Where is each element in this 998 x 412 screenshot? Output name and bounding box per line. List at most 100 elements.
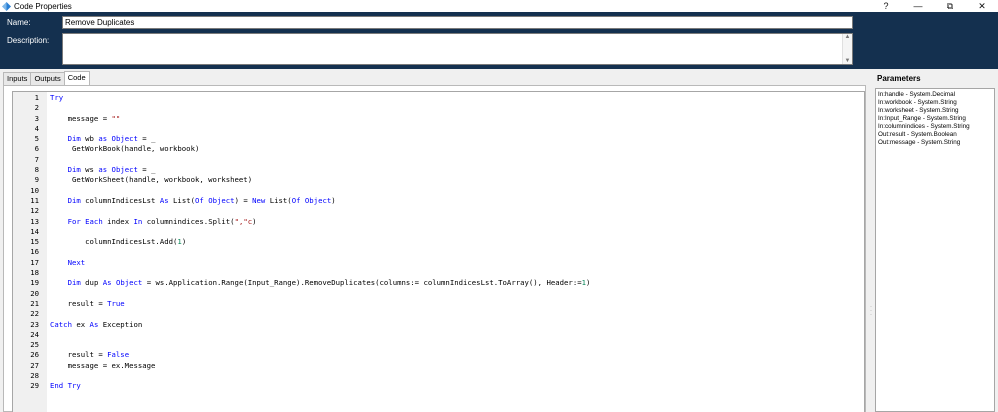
parameter-item[interactable]: In:handle - System.Decimal: [878, 91, 992, 99]
code-token: Dim: [67, 134, 81, 144]
code-text: Try: [50, 93, 63, 103]
code-text: Dim columnIndicesLst As List(Of Object) …: [50, 196, 336, 206]
code-line[interactable]: 10: [13, 186, 864, 196]
parameter-item[interactable]: Out:message - System.String: [878, 139, 992, 147]
maximize-button[interactable]: ⧉: [934, 0, 966, 12]
code-line[interactable]: 9 GetWorkSheet(handle, workbook, workshe…: [13, 175, 864, 185]
code-text: message = "": [50, 113, 121, 124]
splitter-grip-icon[interactable]: · · ·: [870, 304, 872, 318]
code-token: as: [98, 134, 108, 144]
code-line[interactable]: 21 result = True: [13, 299, 864, 309]
code-line[interactable]: 29 End Try: [13, 381, 864, 391]
parameter-item[interactable]: In:workbook - System.String: [878, 99, 992, 107]
code-line[interactable]: 24: [13, 330, 864, 340]
code-text: columnIndicesLst.Add(1): [50, 237, 186, 247]
description-scrollbar[interactable]: ▲ ▼: [842, 34, 852, 64]
code-text: For Each index In columnindices.Split(",…: [50, 217, 257, 227]
tab-code[interactable]: Code: [63, 71, 90, 85]
parameters-list[interactable]: In:handle - System.Decimal In:workbook - …: [875, 88, 995, 412]
code-token: ) =: [234, 195, 253, 205]
code-line[interactable]: 23 Catch ex As Exception: [13, 320, 864, 330]
code-line[interactable]: 22: [13, 309, 864, 319]
code-line[interactable]: 27 message = ex.Message: [13, 361, 864, 371]
code-line[interactable]: 14: [13, 227, 864, 237]
code-token: End Try: [50, 381, 81, 391]
code-line[interactable]: 16: [13, 247, 864, 257]
code-token: ws: [80, 165, 99, 175]
parameter-item[interactable]: In:worksheet - System.String: [878, 107, 992, 115]
code-line[interactable]: 1 Try: [13, 93, 864, 103]
code-token: index: [102, 216, 134, 226]
properties-header: Name: Remove Duplicates Description: ▲ ▼: [0, 12, 998, 69]
line-number: 29: [30, 381, 39, 391]
code-token: Object: [208, 195, 235, 205]
code-line[interactable]: 6 GetWorkBook(handle, workbook): [13, 144, 864, 154]
code-line[interactable]: 25: [13, 340, 864, 350]
line-number: 22: [30, 309, 39, 319]
code-text: Dim ws as Object = _: [50, 165, 156, 175]
code-token: "": [111, 113, 121, 123]
panel-splitter[interactable]: · · ·: [868, 70, 874, 412]
line-number: 25: [30, 340, 39, 350]
code-line[interactable]: 3 message = "": [13, 114, 864, 124]
parameter-item[interactable]: Out:result - System.Boolean: [878, 131, 992, 139]
code-text: message = ex.Message: [50, 361, 156, 371]
code-token: Object: [115, 278, 143, 288]
code-text: Dim wb as Object = _: [50, 134, 156, 144]
code-text: result = False: [50, 350, 130, 360]
code-line[interactable]: 15 columnIndicesLst.Add(1): [13, 237, 864, 247]
code-editor[interactable]: 1 Try 2 3 message = "" 4 5 Dim wb as Object =…: [12, 91, 865, 412]
code-line[interactable]: 20: [13, 289, 864, 299]
code-token: True: [107, 298, 125, 308]
code-line[interactable]: 26 result = False: [13, 350, 864, 360]
line-number: 3: [34, 113, 39, 123]
code-token: ): [252, 216, 257, 226]
code-line[interactable]: 2: [13, 103, 864, 113]
code-line[interactable]: 4: [13, 124, 864, 134]
description-field[interactable]: ▲ ▼: [62, 33, 853, 65]
code-line[interactable]: 13 For Each index In columnindices.Split…: [13, 217, 864, 227]
code-token: Next: [67, 257, 86, 267]
code-line[interactable]: 8 Dim ws as Object = _: [13, 165, 864, 175]
code-token: columnIndicesLst.Add(: [50, 237, 178, 247]
code-token: Dim: [67, 195, 81, 205]
code-line[interactable]: 28: [13, 371, 864, 381]
name-field[interactable]: Remove Duplicates: [62, 16, 853, 29]
code-line[interactable]: 5 Dim wb as Object = _: [13, 134, 864, 144]
parameter-item[interactable]: In:columnindices - System.String: [878, 123, 992, 131]
line-number: 2: [34, 103, 39, 113]
minimize-button[interactable]: —: [902, 0, 934, 12]
code-line[interactable]: 12: [13, 206, 864, 216]
parameter-item[interactable]: In:Input_Range - System.String: [878, 115, 992, 123]
tab-outputs[interactable]: Outputs: [30, 72, 65, 85]
help-button[interactable]: ?: [870, 0, 902, 12]
code-token: ex: [71, 319, 90, 329]
code-token: Of: [195, 195, 204, 205]
code-token: In: [133, 216, 143, 226]
scroll-up-icon[interactable]: ▲: [845, 34, 851, 40]
code-text: Dim dup As Object = ws.Application.Range…: [50, 278, 591, 288]
code-token: As: [159, 195, 169, 205]
code-token: = _: [137, 165, 156, 175]
code-token: New: [252, 195, 266, 205]
code-line[interactable]: 17 Next: [13, 258, 864, 268]
code-line[interactable]: 11 Dim columnIndicesLst As List(Of Objec…: [13, 196, 864, 206]
code-token: Object: [304, 195, 332, 205]
code-line[interactable]: 7: [13, 155, 864, 165]
line-number: 11: [30, 195, 39, 205]
code-token: GetWorkSheet(handle, workbook, worksheet…: [50, 175, 253, 185]
code-token: Exception: [98, 319, 143, 329]
code-line[interactable]: 19 Dim dup As Object = ws.Application.Ra…: [13, 278, 864, 288]
code-lines: 1 Try 2 3 message = "" 4 5 Dim wb as Object =…: [13, 93, 864, 392]
code-token: Dim: [67, 165, 81, 175]
line-number: 4: [34, 123, 39, 133]
code-line[interactable]: 18: [13, 268, 864, 278]
code-token: ): [181, 237, 187, 247]
tab-inputs[interactable]: Inputs: [3, 72, 32, 85]
scroll-down-icon[interactable]: ▼: [845, 58, 851, 64]
code-text: Catch ex As Exception: [50, 320, 142, 330]
code-token: ): [331, 195, 336, 205]
line-number: 12: [30, 206, 39, 216]
close-button[interactable]: ✕: [966, 0, 998, 12]
